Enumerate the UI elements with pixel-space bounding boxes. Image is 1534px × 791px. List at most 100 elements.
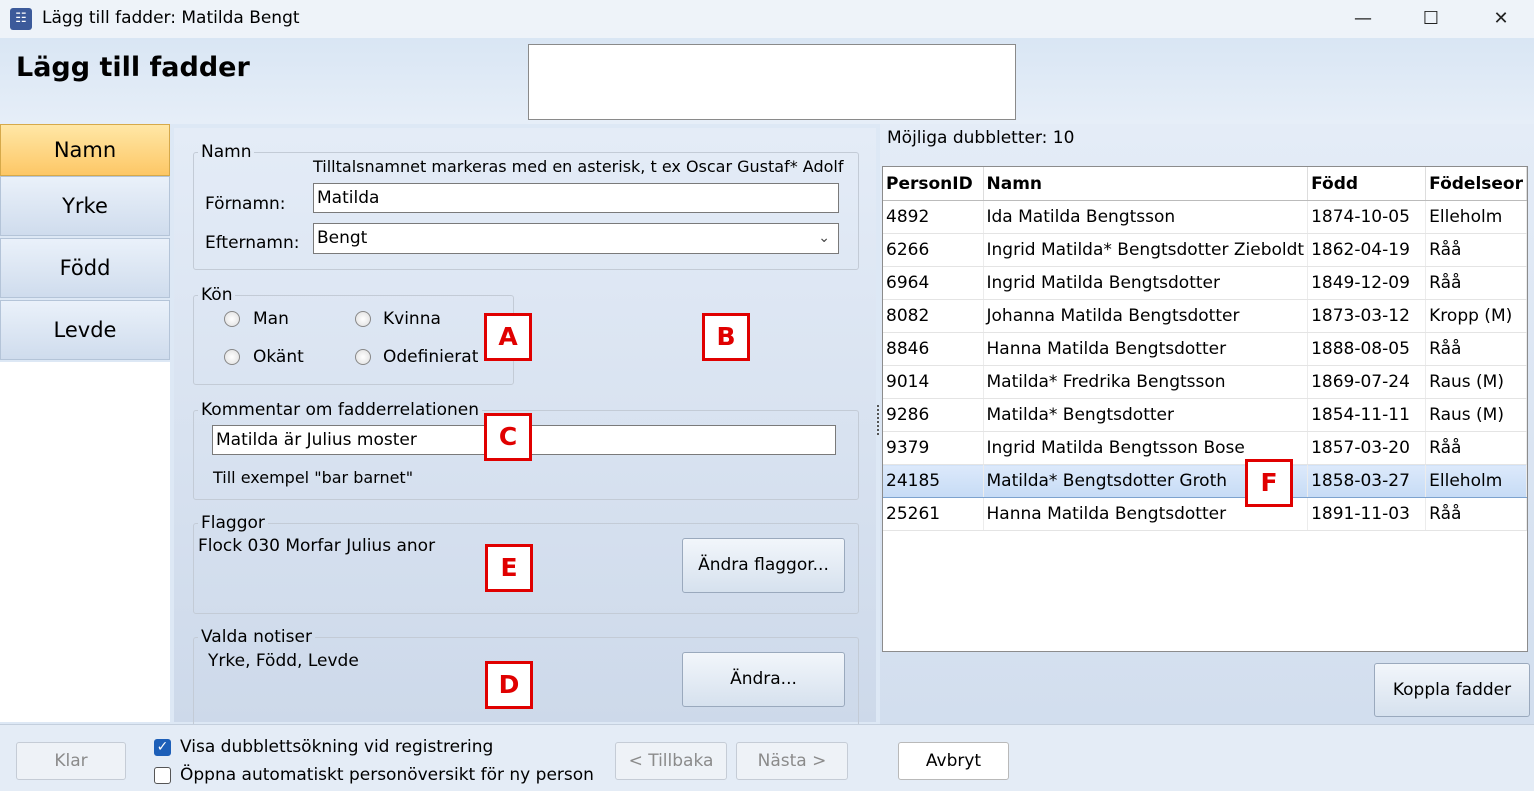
cell-personid: 6266 — [883, 233, 984, 267]
cell-name: Hanna Matilda Bengtsdotter — [983, 332, 1309, 366]
cell-place: Råå — [1425, 332, 1527, 366]
marker-f: F — [1245, 459, 1293, 507]
cell-personid: 8082 — [883, 299, 984, 333]
comment-hint: Till exempel "bar barnet" — [213, 468, 414, 487]
done-button[interactable]: Klar — [16, 742, 126, 780]
gender-group-legend: Kön — [201, 285, 233, 305]
radio-odefinierat[interactable] — [355, 349, 371, 365]
firstname-label: Förnamn: — [205, 194, 286, 214]
chevron-down-icon[interactable]: ⌄ — [818, 224, 830, 252]
col-header-fodd[interactable]: Född — [1307, 167, 1427, 201]
minimize-icon[interactable]: — — [1340, 4, 1386, 34]
lastname-value: Bengt — [317, 228, 368, 248]
table-row[interactable]: 25261 Hanna Matilda Bengtsdotter 1891-11… — [883, 497, 1527, 531]
cell-place: Raus (M) — [1425, 365, 1527, 399]
col-header-personid[interactable]: PersonID — [883, 167, 984, 201]
marker-e: E — [485, 544, 533, 592]
cell-name: Matilda* Bengtsdotter — [983, 398, 1309, 432]
table-row[interactable]: 6266 Ingrid Matilda* Bengtsdotter Ziebol… — [883, 233, 1527, 267]
radio-kvinna-label: Kvinna — [383, 309, 441, 329]
name-hint: Tilltalsnamnet markeras med en asterisk,… — [313, 157, 844, 176]
notices-group-legend: Valda notiser — [201, 627, 312, 647]
close-icon[interactable]: ✕ — [1478, 4, 1524, 34]
nav-item-namn[interactable]: Namn — [0, 124, 170, 176]
comment-group-legend: Kommentar om fadderrelationen — [201, 400, 480, 420]
window-title: Lägg till fadder: Matilda Bengt — [42, 8, 300, 28]
next-button[interactable]: Nästa > — [736, 742, 848, 780]
cell-place: Råå — [1425, 431, 1527, 465]
firstname-input[interactable]: Matilda — [313, 183, 839, 213]
notices-value: Yrke, Född, Levde — [208, 651, 359, 671]
radio-man-label: Man — [253, 309, 289, 329]
back-button[interactable]: < Tillbaka — [615, 742, 727, 780]
open-overview-checkbox[interactable] — [154, 767, 171, 784]
cell-personid: 9014 — [883, 365, 984, 399]
radio-okant[interactable] — [224, 349, 240, 365]
cell-personid: 9379 — [883, 431, 984, 465]
marker-c: C — [484, 413, 532, 461]
radio-kvinna[interactable] — [355, 311, 371, 327]
cell-born: 1854-11-11 — [1307, 398, 1427, 432]
table-row[interactable]: 4892 Ida Matilda Bengtsson 1874-10-05 El… — [883, 200, 1527, 234]
table-row[interactable]: 8082 Johanna Matilda Bengtsdotter 1873-0… — [883, 299, 1527, 333]
cancel-button[interactable]: Avbryt — [898, 742, 1009, 780]
show-duplicate-search-label: Visa dubblettsökning vid registrering — [180, 737, 494, 757]
nav-item-fodd[interactable]: Född — [0, 238, 170, 298]
table-row[interactable]: 8846 Hanna Matilda Bengtsdotter 1888-08-… — [883, 332, 1527, 366]
cell-born: 1857-03-20 — [1307, 431, 1427, 465]
marker-b: B — [702, 313, 750, 361]
table-row[interactable]: 9014 Matilda* Fredrika Bengtsson 1869-07… — [883, 365, 1527, 399]
maximize-icon[interactable]: ☐ — [1408, 4, 1454, 34]
show-duplicate-search-checkbox[interactable]: ✓ — [154, 739, 171, 756]
name-group-legend: Namn — [201, 142, 252, 162]
marker-d: D — [485, 661, 533, 709]
cell-born: 1849-12-09 — [1307, 266, 1427, 300]
cell-name: Johanna Matilda Bengtsdotter — [983, 299, 1309, 333]
duplicates-count-label: Möjliga dubbletter: 10 — [887, 128, 1075, 148]
lastname-combobox[interactable]: Bengt ⌄ — [313, 223, 839, 254]
radio-okant-label: Okänt — [253, 347, 304, 367]
page-title: Lägg till fadder — [16, 52, 250, 83]
link-sponsor-button[interactable]: Koppla fadder — [1374, 663, 1530, 717]
cell-place: Råå — [1425, 497, 1527, 531]
cell-place: Elleholm — [1425, 200, 1527, 234]
cell-personid: 9286 — [883, 398, 984, 432]
cell-born: 1891-11-03 — [1307, 497, 1427, 531]
marker-a: A — [484, 313, 532, 361]
flags-value: Flock 030 Morfar Julius anor — [198, 536, 436, 556]
cell-personid: 6964 — [883, 266, 984, 300]
table-row[interactable]: 9379 Ingrid Matilda Bengtsson Bose 1857-… — [883, 431, 1527, 465]
open-overview-label: Öppna automatiskt personöversikt för ny … — [180, 765, 594, 785]
change-flags-button[interactable]: Ändra flaggor... — [682, 538, 845, 593]
cell-born: 1873-03-12 — [1307, 299, 1427, 333]
header-info-box — [528, 44, 1016, 120]
col-header-fodelseort[interactable]: Födelseor — [1425, 167, 1527, 201]
table-row-selected[interactable]: 24185 Matilda* Bengtsdotter Groth 1858-0… — [883, 464, 1527, 498]
table-row[interactable]: 6964 Ingrid Matilda Bengtsdotter 1849-12… — [883, 266, 1527, 300]
cell-place: Kropp (M) — [1425, 299, 1527, 333]
nav-item-levde[interactable]: Levde — [0, 300, 170, 360]
cell-place: Råå — [1425, 266, 1527, 300]
cell-personid: 4892 — [883, 200, 984, 234]
cell-personid: 8846 — [883, 332, 984, 366]
cell-born: 1869-07-24 — [1307, 365, 1427, 399]
col-header-namn[interactable]: Namn — [983, 167, 1309, 201]
flags-group-legend: Flaggor — [201, 513, 265, 533]
radio-man[interactable] — [224, 311, 240, 327]
cell-name: Ida Matilda Bengtsson — [983, 200, 1309, 234]
nav-item-yrke[interactable]: Yrke — [0, 176, 170, 236]
lastname-label: Efternamn: — [205, 233, 300, 253]
change-notices-button[interactable]: Ändra... — [682, 652, 845, 707]
table-header-row: PersonID Namn Född Födelseor — [883, 167, 1527, 201]
cell-name: Matilda* Fredrika Bengtsson — [983, 365, 1309, 399]
cell-personid: 24185 — [883, 464, 984, 498]
app-icon: ☷ — [10, 8, 32, 30]
cell-personid: 25261 — [883, 497, 984, 531]
gender-group: Kön — [193, 285, 514, 385]
cell-born: 1862-04-19 — [1307, 233, 1427, 267]
cell-place: Raus (M) — [1425, 398, 1527, 432]
table-row[interactable]: 9286 Matilda* Bengtsdotter 1854-11-11 Ra… — [883, 398, 1527, 432]
cell-place: Råå — [1425, 233, 1527, 267]
cell-name: Ingrid Matilda Bengtsdotter — [983, 266, 1309, 300]
nav-empty-area — [0, 362, 170, 722]
